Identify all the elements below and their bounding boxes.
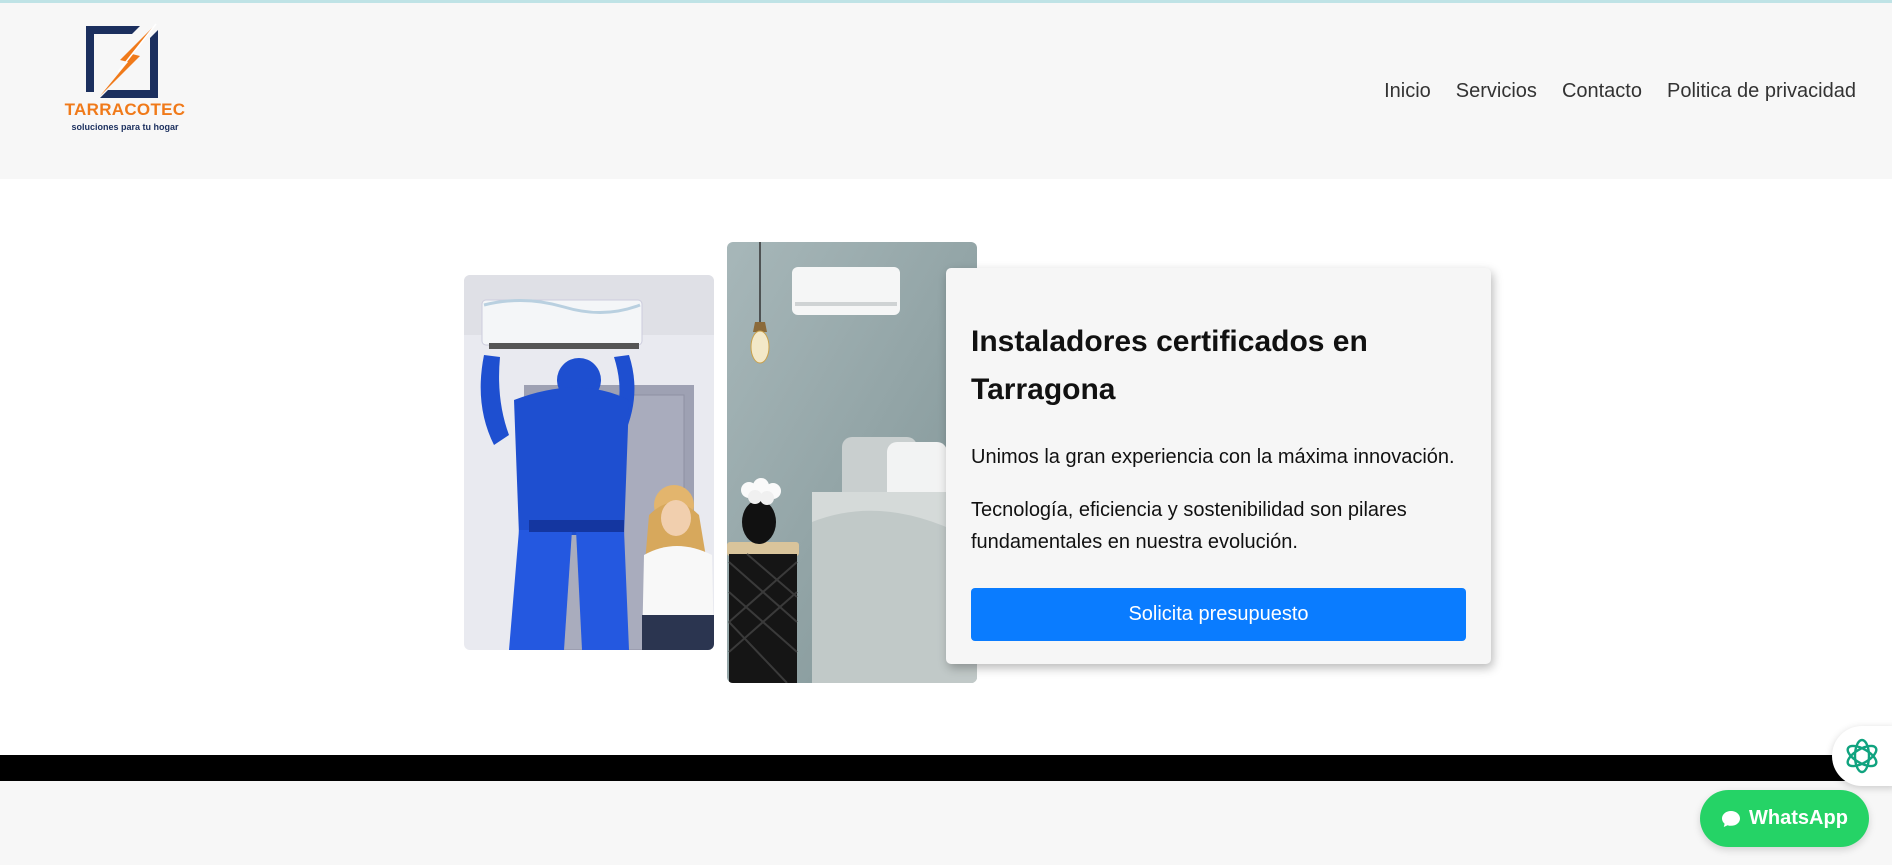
nav-link-inicio[interactable]: Inicio <box>1384 80 1431 103</box>
technician-installing-ac-photo <box>464 275 714 650</box>
ai-chat-widget[interactable] <box>1832 726 1892 786</box>
hero-section: Instaladores certificados en Tarragona U… <box>0 179 1892 755</box>
whatsapp-button[interactable]: WhatsApp <box>1700 790 1869 847</box>
hero-title: Instaladores certificados en Tarragona <box>971 325 1368 406</box>
nav-link-politica-privacidad[interactable]: Politica de privacidad <box>1667 80 1856 103</box>
bedroom-with-ac-unit-photo <box>727 242 977 683</box>
hero-card: Instaladores certificados en Tarragona U… <box>946 268 1491 664</box>
openai-chat-icon <box>1846 738 1878 774</box>
logo-name: TARRACOTEC <box>64 100 186 119</box>
nav-link-servicios[interactable]: Servicios <box>1456 80 1537 103</box>
hero-paragraph-1: Unimos la gran experiencia con la máxima… <box>971 446 1455 468</box>
request-quote-button[interactable]: Solicita presupuesto <box>971 588 1466 641</box>
site-header: TARRACOTEC soluciones para tu hogar Inic… <box>0 3 1892 179</box>
section-divider-band <box>0 755 1892 781</box>
hero-paragraph-2: Tecnología, eficiencia y sostenibilidad … <box>971 499 1407 553</box>
logo-tagline: soluciones para tu hogar <box>71 122 179 132</box>
whatsapp-label: WhatsApp <box>1749 807 1848 829</box>
chat-bubble-icon <box>1722 810 1741 827</box>
main-nav: Inicio Servicios Contacto Politica de pr… <box>1384 80 1856 103</box>
nav-link-contacto[interactable]: Contacto <box>1562 80 1642 103</box>
site-footer <box>0 781 1892 865</box>
brand-logo[interactable]: TARRACOTEC soluciones para tu hogar <box>60 20 190 136</box>
logo-lightning-icon <box>86 23 158 98</box>
